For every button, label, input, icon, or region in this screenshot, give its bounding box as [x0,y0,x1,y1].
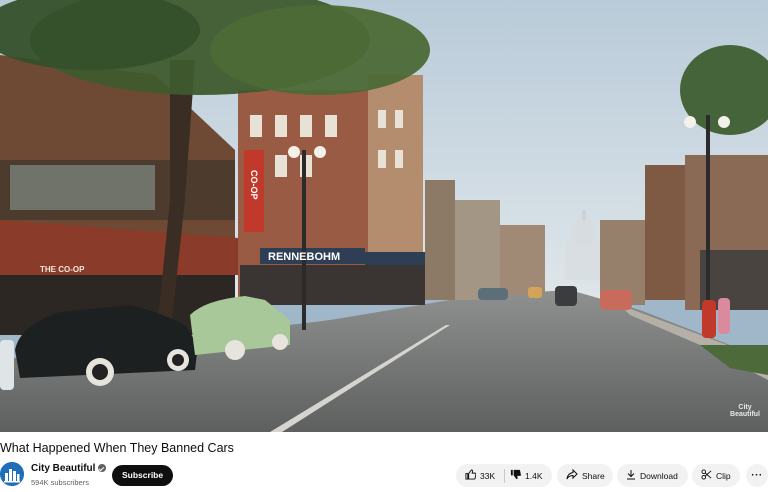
download-label: Download [640,470,678,481]
like-dislike-group: 33K 1.4K [456,464,552,487]
share-arrow-icon [566,468,578,482]
subscribe-button[interactable]: Subscribe [112,465,174,486]
channel-name-line[interactable]: City Beautiful [31,463,107,474]
channel-action-row: City Beautiful 594K subscribers Subscrib… [0,460,768,492]
dislike-count: 1.4K [525,470,543,481]
channel-name[interactable]: City Beautiful [31,463,95,474]
more-actions-button[interactable]: ··· [746,464,768,487]
city-skyline-icon [0,462,24,486]
download-arrow-icon [626,469,636,482]
clip-button[interactable]: Clip [692,464,740,487]
watermark-line-2: Beautiful [730,411,760,418]
thumbs-down-icon [510,469,521,482]
verified-check-icon [98,464,107,472]
like-button[interactable]: 33K [456,464,504,487]
share-button[interactable]: Share [557,464,613,487]
subscriber-count: 594K subscribers [31,478,89,487]
share-label: Share [582,470,605,481]
channel-avatar[interactable] [0,462,24,486]
like-count: 33K [480,470,496,481]
channel-watermark: City Beautiful [730,404,760,418]
watermark-line-1: City [738,404,752,411]
download-button[interactable]: Download [617,464,688,487]
video-player[interactable]: CO-OP THE CO-OP RENNEBOHM City Beautiful [0,0,768,432]
thumbs-up-icon [465,469,477,482]
video-title: What Happened When They Banned Cars [0,441,234,455]
video-frame-street-scene: CO-OP THE CO-OP RENNEBOHM [0,0,768,432]
scissors-icon [701,469,712,482]
rennebohm-sign: RENNEBOHM [268,251,340,263]
coop-vertical-sign: CO-OP [249,170,259,200]
dislike-button[interactable]: 1.4K [505,464,552,487]
store-awning-sign: THE CO-OP [40,265,85,274]
clip-label: Clip [716,470,731,481]
